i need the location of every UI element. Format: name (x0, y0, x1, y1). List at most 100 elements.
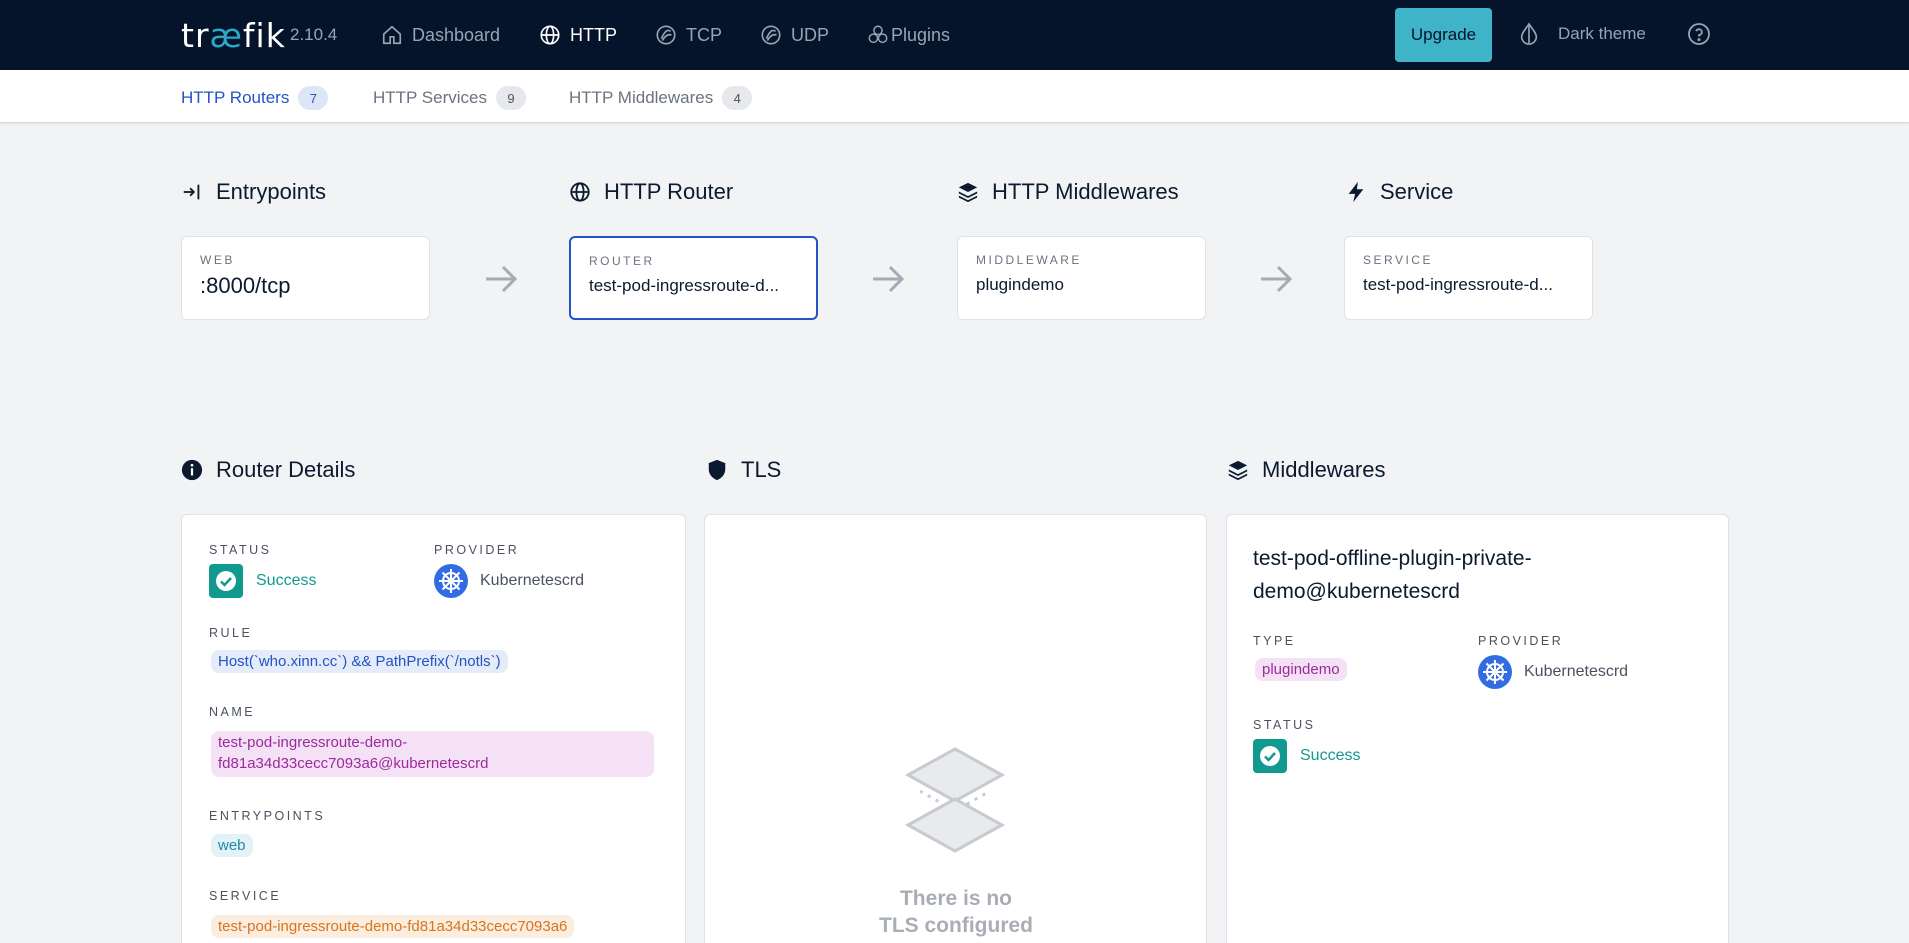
plugins-icon (868, 25, 888, 44)
tls-heading: TLS (706, 457, 781, 483)
router-details-title: Router Details (216, 457, 356, 482)
service-value: test-pod-ingressroute-demo-fd81a34d33cec… (211, 915, 575, 938)
logo-text-end: fik (242, 16, 286, 55)
tls-title: TLS (741, 457, 782, 482)
rule-label: RULE (209, 626, 253, 640)
middlewares-heading: Middlewares (1227, 457, 1386, 483)
traefik-logo[interactable]: træfik (181, 16, 286, 55)
top-navbar: træfik 2.10.4 Dashboard HTTP TCP UDP Plu… (0, 0, 1909, 70)
mw-status-value: Success (1300, 747, 1361, 764)
help-icon[interactable] (1687, 22, 1711, 46)
count-badge: 7 (298, 86, 329, 110)
check-icon (1253, 739, 1287, 773)
type-label: TYPE (1253, 634, 1296, 648)
name-label: NAME (209, 705, 256, 719)
kubernetes-icon (1478, 655, 1512, 689)
entrypoints-label: ENTRYPOINTS (209, 809, 326, 823)
entrypoint-card-value: :8000/tcp (200, 273, 291, 298)
dark-theme-toggle[interactable]: Dark theme (1518, 22, 1646, 46)
entrypoint-card[interactable]: WEB :8000/tcp (181, 236, 430, 320)
arrow-right-icon (486, 265, 518, 293)
tab-http-middlewares-label: HTTP Middlewares (569, 88, 714, 107)
router-card-value: test-pod-ingressroute-d... (589, 276, 779, 295)
layers-icon (1228, 460, 1248, 481)
provider-value-group: Kubernetescrd (434, 564, 584, 598)
http-middlewares-heading: HTTP Middlewares (957, 179, 1179, 205)
nav-plugins-label: Plugins (891, 24, 951, 45)
service-card[interactable]: SERVICE test-pod-ingressroute-d... (1344, 236, 1593, 320)
count-badge: 9 (496, 86, 526, 110)
tab-http-middlewares[interactable]: HTTP Middlewares 4 (569, 86, 753, 110)
bolt-icon (1348, 181, 1364, 203)
kubernetes-icon (434, 564, 468, 598)
entrypoint-card-label: WEB (200, 253, 235, 267)
udp-icon (761, 25, 781, 45)
globe-icon (540, 25, 560, 45)
nav-dashboard[interactable]: Dashboard (381, 23, 500, 47)
nav-udp[interactable]: UDP (760, 23, 829, 47)
service-card-label: SERVICE (1363, 253, 1433, 267)
nav-tcp-label: TCP (686, 24, 722, 45)
home-icon (382, 25, 402, 45)
tcp-icon (656, 25, 676, 45)
arrow-right-icon (873, 265, 905, 293)
tab-http-routers-label: HTTP Routers (181, 88, 290, 107)
tls-empty-message: There is no TLS configured (706, 885, 1206, 939)
mw-provider-label: PROVIDER (1478, 634, 1564, 648)
router-card-label: ROUTER (589, 254, 655, 268)
router-card[interactable]: ROUTER test-pod-ingressroute-d... (569, 236, 818, 320)
info-icon (181, 459, 203, 481)
middleware-name-line1: test-pod-offline-plugin-private- (1253, 547, 1532, 570)
layers-icon (958, 182, 978, 203)
tls-panel (704, 514, 1207, 943)
nav-plugins[interactable]: Plugins (867, 23, 950, 47)
sub-tabs-bar: HTTP Routers 7 HTTP Services 9 HTTP Midd… (0, 70, 1909, 123)
tab-http-services[interactable]: HTTP Services 9 (373, 86, 526, 110)
entrypoints-value: web (211, 834, 253, 857)
nav-http[interactable]: HTTP (539, 23, 617, 47)
tab-http-routers[interactable]: HTTP Routers 7 (181, 86, 329, 110)
name-value-line2: fd81a34d33cecc7093a6@kubernetescrd (218, 755, 489, 772)
mw-status-badge: Success (1253, 739, 1360, 773)
middleware-card-label: MIDDLEWARE (976, 253, 1082, 267)
nav-tcp[interactable]: TCP (655, 23, 722, 47)
middlewares-title: Middlewares (1262, 457, 1386, 482)
status-badge: Success (209, 564, 316, 598)
sign-in-icon (183, 184, 200, 200)
rule-value: Host(`who.xinn.cc`) && PathPrefix(`/notl… (211, 650, 508, 673)
name-value: test-pod-ingressroute-demo- fd81a34d33ce… (211, 731, 654, 777)
dark-theme-label: Dark theme (1558, 24, 1646, 43)
status-value: Success (256, 572, 317, 589)
mw-provider-value: Kubernetescrd (1524, 663, 1629, 680)
nav-dashboard-label: Dashboard (412, 24, 501, 45)
nav-http-label: HTTP (570, 24, 617, 45)
tls-empty-line1: There is no (899, 887, 1013, 910)
tab-http-services-label: HTTP Services (373, 88, 487, 107)
service-card-value: test-pod-ingressroute-d... (1363, 275, 1553, 294)
mw-status-label: STATUS (1253, 718, 1316, 732)
http-middlewares-title: HTTP Middlewares (992, 179, 1179, 204)
middleware-card[interactable]: MIDDLEWARE plugindemo (957, 236, 1206, 320)
http-router-heading: HTTP Router (569, 179, 733, 205)
service-title: Service (1380, 179, 1454, 204)
service-heading: Service (1345, 179, 1453, 205)
mw-provider-value-group: Kubernetescrd (1478, 655, 1628, 689)
entrypoints-heading: Entrypoints (181, 179, 326, 205)
middleware-name-line2: demo@kubernetescrd (1253, 580, 1460, 603)
middleware-name[interactable]: test-pod-offline-plugin-private- demo@ku… (1253, 542, 1653, 608)
provider-label: PROVIDER (434, 543, 520, 557)
http-router-title: HTTP Router (604, 179, 734, 204)
router-details-heading: Router Details (181, 457, 355, 483)
status-label: STATUS (209, 543, 272, 557)
logo-text-ae: æ (209, 16, 243, 55)
count-badge: 4 (722, 86, 753, 110)
globe-icon (570, 182, 590, 202)
check-icon (209, 564, 243, 598)
name-value-line1: test-pod-ingressroute-demo- (218, 734, 408, 751)
entrypoints-title: Entrypoints (216, 179, 327, 204)
nav-udp-label: UDP (791, 24, 830, 45)
drop-icon (1520, 22, 1538, 45)
shield-icon (708, 459, 726, 481)
upgrade-button[interactable]: Upgrade (1395, 8, 1492, 62)
version-label: 2.10.4 (290, 25, 338, 44)
